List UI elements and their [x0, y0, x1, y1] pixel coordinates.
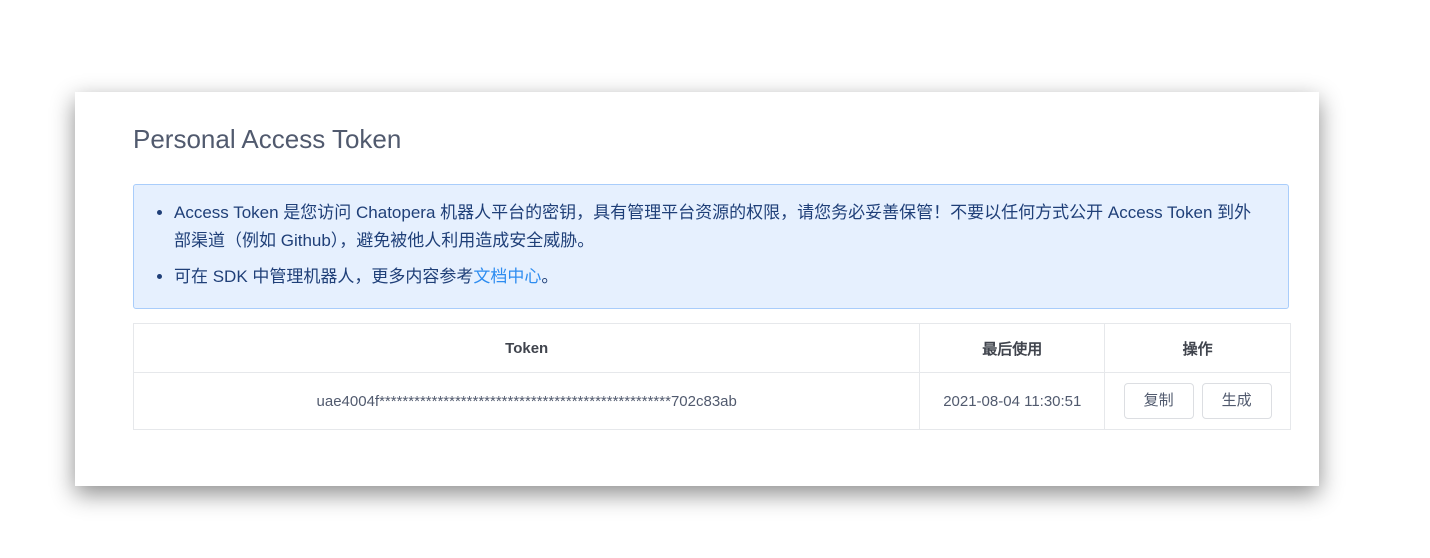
table-header-row: Token 最后使用 操作	[132, 323, 1291, 373]
token-value: uae4004f********************************…	[132, 372, 921, 430]
last-used-value: 2021-08-04 11:30:51	[919, 372, 1106, 430]
table-row: uae4004f********************************…	[132, 372, 1291, 430]
header-actions: 操作	[1104, 323, 1291, 373]
docs-center-link[interactable]: 文档中心	[473, 267, 541, 286]
generate-button[interactable]: 生成	[1201, 383, 1272, 419]
alert-sdk-text: 可在 SDK 中管理机器人，更多内容参考	[174, 267, 474, 286]
token-card: Personal Access Token Access Token 是您访问 …	[75, 92, 1319, 486]
token-table: Token 最后使用 操作 uae4004f******************…	[132, 323, 1291, 430]
alert-item-sdk: 可在 SDK 中管理机器人，更多内容参考文档中心。	[174, 263, 1288, 291]
actions-cell: 复制 生成	[1104, 372, 1291, 430]
info-alert: Access Token 是您访问 Chatopera 机器人平台的密钥，具有管…	[133, 184, 1289, 309]
copy-button[interactable]: 复制	[1123, 383, 1194, 419]
header-last-used: 最后使用	[919, 323, 1106, 373]
alert-sdk-suffix: 。	[541, 267, 559, 286]
page-title: Personal Access Token	[133, 124, 402, 154]
alert-item-security: Access Token 是您访问 Chatopera 机器人平台的密钥，具有管…	[174, 199, 1288, 255]
header-token: Token	[132, 323, 921, 373]
